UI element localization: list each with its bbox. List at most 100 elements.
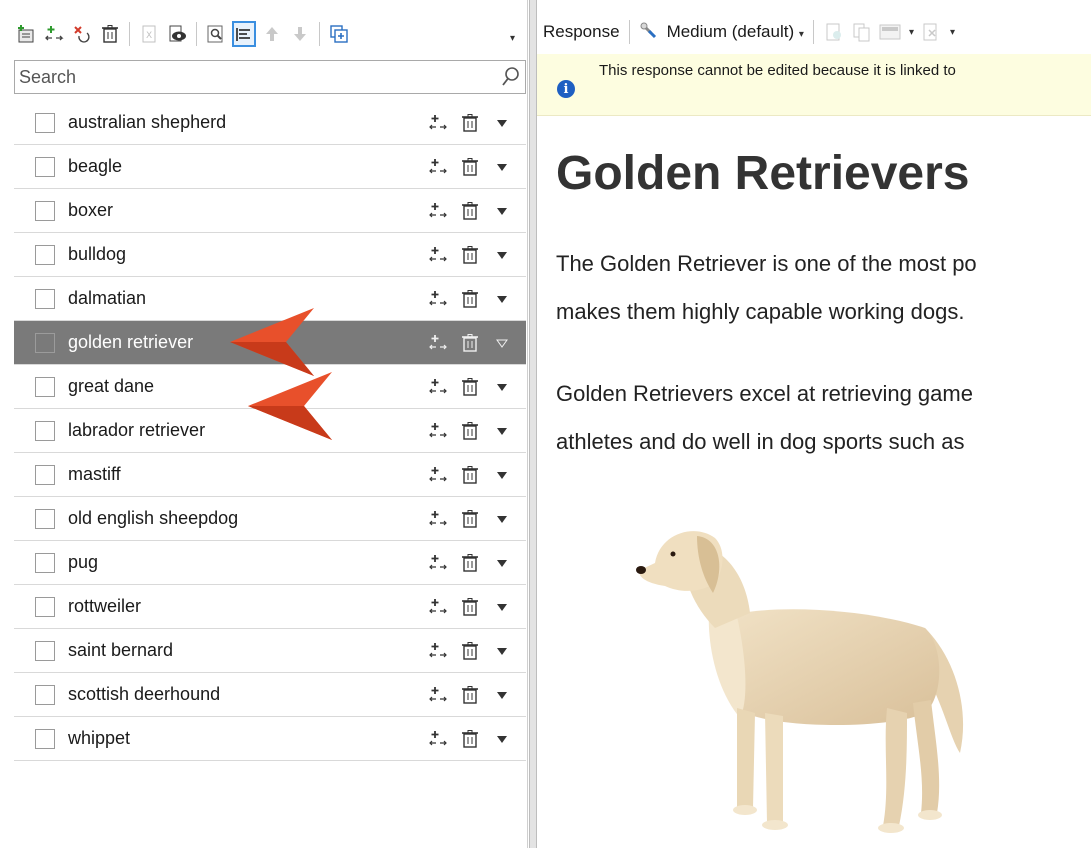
list-item[interactable]: bulldog [14, 233, 526, 277]
search-icon[interactable] [497, 62, 525, 92]
delete-icon[interactable] [458, 506, 482, 532]
layout-icon[interactable] [879, 21, 901, 43]
insert-item-icon[interactable] [426, 110, 450, 136]
move-up-button[interactable] [260, 21, 284, 47]
item-checkbox[interactable] [35, 684, 55, 705]
list-item[interactable]: rottweiler [14, 585, 526, 629]
dropdown-arrow-icon[interactable] [490, 286, 514, 312]
preview-button[interactable] [165, 21, 189, 47]
item-checkbox[interactable] [35, 420, 55, 441]
dropdown-arrow-icon[interactable] [490, 374, 514, 400]
delete-icon[interactable] [458, 726, 482, 752]
list-item[interactable]: australian shepherd [14, 101, 526, 145]
item-checkbox[interactable] [35, 508, 55, 529]
dropdown-arrow-icon[interactable] [490, 330, 514, 356]
list-item[interactable]: pug [14, 541, 526, 585]
delete-icon[interactable] [458, 330, 482, 356]
list-item[interactable]: boxer [14, 189, 526, 233]
insert-item-icon[interactable] [426, 682, 450, 708]
add-item-button[interactable] [14, 21, 38, 47]
insert-item-icon[interactable] [426, 374, 450, 400]
delete-button[interactable] [98, 21, 122, 47]
chevron-down-icon[interactable]: ▾ [950, 27, 955, 38]
delete-icon[interactable] [458, 550, 482, 576]
insert-item-icon[interactable] [426, 550, 450, 576]
item-checkbox[interactable] [35, 552, 55, 573]
pane-splitter[interactable] [529, 0, 537, 848]
item-label: beagle [68, 156, 123, 176]
dropdown-arrow-icon[interactable] [490, 198, 514, 224]
delete-icon[interactable] [458, 286, 482, 312]
list-item[interactable]: whippet [14, 717, 526, 761]
insert-item-icon[interactable] [426, 462, 450, 488]
item-actions [426, 462, 514, 488]
item-checkbox[interactable] [35, 596, 55, 617]
export-button[interactable]: X [137, 21, 161, 47]
delete-icon[interactable] [458, 638, 482, 664]
item-checkbox[interactable] [35, 376, 55, 397]
item-checkbox[interactable] [35, 244, 55, 265]
item-checkbox[interactable] [35, 200, 55, 221]
dropdown-arrow-icon[interactable] [490, 550, 514, 576]
item-checkbox[interactable] [35, 332, 55, 353]
insert-item-icon[interactable] [426, 154, 450, 180]
delete-icon[interactable] [458, 462, 482, 488]
item-checkbox[interactable] [35, 464, 55, 485]
delete-icon[interactable] [458, 374, 482, 400]
list-item[interactable]: old english sheepdog [14, 497, 526, 541]
delete-icon[interactable] [458, 154, 482, 180]
find-button[interactable] [204, 21, 228, 47]
list-item[interactable]: saint bernard [14, 629, 526, 673]
insert-item-icon[interactable] [426, 330, 450, 356]
dropdown-arrow-icon[interactable] [490, 154, 514, 180]
dropdown-arrow-icon[interactable] [490, 506, 514, 532]
delete-icon[interactable] [458, 242, 482, 268]
item-checkbox[interactable] [35, 728, 55, 749]
delete-icon[interactable] [458, 418, 482, 444]
dropdown-arrow-icon[interactable] [490, 418, 514, 444]
dropdown-arrow-icon[interactable] [490, 242, 514, 268]
insert-item-icon[interactable] [426, 506, 450, 532]
dropdown-arrow-icon[interactable] [490, 682, 514, 708]
list-item[interactable]: scottish deerhound [14, 673, 526, 717]
insert-item-icon[interactable] [426, 242, 450, 268]
delete-icon[interactable] [458, 682, 482, 708]
medium-dropdown[interactable]: Medium (default) ▾ [667, 22, 804, 42]
dropdown-arrow-icon[interactable] [490, 726, 514, 752]
dropdown-arrow-icon[interactable] [490, 594, 514, 620]
delete-icon[interactable] [458, 198, 482, 224]
insert-item-icon[interactable] [426, 198, 450, 224]
chevron-down-icon[interactable]: ▾ [909, 27, 914, 38]
insert-item-icon[interactable] [426, 594, 450, 620]
page-icon[interactable] [823, 21, 845, 43]
insert-item-icon[interactable] [426, 418, 450, 444]
delete-icon[interactable] [458, 110, 482, 136]
duplicate-icon [330, 25, 348, 43]
item-checkbox[interactable] [35, 288, 55, 309]
insert-item-icon[interactable] [426, 638, 450, 664]
item-checkbox[interactable] [35, 156, 55, 177]
search-input[interactable] [15, 62, 497, 92]
item-checkbox[interactable] [35, 112, 55, 133]
duplicate-button[interactable] [327, 21, 351, 47]
item-checkbox[interactable] [35, 640, 55, 661]
copy-page-icon[interactable] [851, 21, 873, 43]
dropdown-arrow-icon[interactable] [490, 110, 514, 136]
info-icon: i [557, 80, 575, 98]
insert-item-button[interactable] [42, 21, 66, 47]
insert-item-icon[interactable] [426, 286, 450, 312]
medium-icon[interactable] [639, 21, 661, 43]
align-list-button[interactable] [232, 21, 256, 47]
toolbar-overflow-icon[interactable]: ▾ [510, 33, 515, 44]
topics-pane: X ▾ australian shepherd beagle boxer bulldo… [0, 0, 528, 848]
insert-item-icon[interactable] [426, 726, 450, 752]
remove-item-button[interactable] [70, 21, 94, 47]
remove-page-icon[interactable] [920, 21, 942, 43]
dropdown-arrow-icon[interactable] [490, 638, 514, 664]
list-item[interactable]: mastiff [14, 453, 526, 497]
delete-icon[interactable] [458, 594, 482, 620]
move-down-button[interactable] [288, 21, 312, 47]
response-toolbar: Response Medium (default) ▾ ▾ ▾ [537, 14, 955, 50]
dropdown-arrow-icon[interactable] [490, 462, 514, 488]
list-item[interactable]: beagle [14, 145, 526, 189]
